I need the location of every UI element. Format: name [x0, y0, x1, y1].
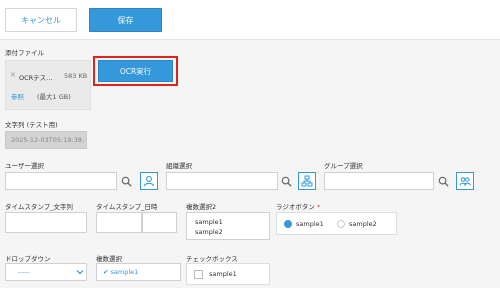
multi-select[interactable]: ✔ sample1	[96, 263, 181, 281]
date-input[interactable]	[96, 212, 142, 233]
toolbar: キャンセル 保存	[0, 0, 500, 40]
ocr-run-button[interactable]: OCR実行	[98, 60, 173, 82]
multi-select-list-label: 複数選択2	[186, 203, 217, 211]
group-select-input[interactable]	[324, 172, 434, 190]
check-icon: ✔	[103, 268, 109, 276]
checkbox-sample1[interactable]	[194, 270, 203, 279]
user-select-label: ユーザー選択	[5, 162, 44, 170]
attachment-box: ✕ OCRテス… 583 KB 参照 (最大1 GB)	[5, 60, 91, 110]
dropdown-select[interactable]: -----	[5, 263, 87, 281]
radio-label-text: ラジオボタン	[276, 203, 315, 211]
checkbox-label: チェックボックス	[186, 255, 238, 263]
search-icon[interactable]	[435, 172, 452, 190]
org-picker-icon[interactable]	[298, 172, 316, 190]
dropdown-label: ドロップダウン	[5, 255, 51, 263]
org-select-label: 組織選択	[166, 162, 192, 170]
group-select-label: グループ選択	[324, 162, 363, 170]
browse-link[interactable]: 参照	[11, 91, 24, 101]
radio-option-label: sample1	[296, 220, 324, 228]
org-select-input[interactable]	[166, 172, 278, 190]
max-size-text: (最大1 GB)	[37, 93, 71, 101]
cancel-button[interactable]: キャンセル	[5, 8, 77, 32]
timestamp-text-input[interactable]	[5, 212, 87, 233]
time-input[interactable]	[142, 212, 177, 233]
multi-select-list[interactable]: sample1 sample2	[186, 212, 270, 240]
radio-option-sample2[interactable]	[337, 220, 345, 228]
multi-select-item-label: sample1	[110, 268, 139, 276]
save-button[interactable]: 保存	[89, 8, 162, 32]
text-field-label: 文字列 (テスト用)	[5, 121, 58, 129]
radio-group: sample1 sample2	[276, 212, 397, 235]
search-icon[interactable]	[118, 172, 135, 190]
required-mark: *	[316, 203, 321, 211]
dropdown-value: -----	[18, 268, 30, 276]
list-item[interactable]: sample1	[195, 218, 223, 226]
list-item[interactable]: sample2	[195, 228, 223, 236]
attachment-file-name[interactable]: OCRテス…	[19, 72, 53, 82]
checkbox-option-label: sample1	[209, 270, 237, 278]
radio-option-label: sample2	[349, 220, 377, 228]
remove-file-icon[interactable]: ✕	[10, 71, 16, 79]
checkbox-group: sample1	[186, 263, 270, 285]
group-picker-icon[interactable]	[456, 172, 474, 190]
text-field-input: 2025-12-03T05:19:38.	[5, 131, 87, 149]
radio-option-sample1[interactable]	[284, 220, 292, 228]
user-picker-icon[interactable]	[140, 172, 158, 190]
multi-select-label: 複数選択	[96, 255, 122, 263]
user-select-input[interactable]	[5, 172, 117, 190]
timestamp-datetime-label: タイムスタンプ_日時	[96, 203, 158, 211]
radio-label: ラジオボタン *	[276, 201, 320, 211]
attachment-file-size: 583 KB	[64, 72, 88, 80]
attachment-label: 添付ファイル	[5, 49, 44, 57]
multi-select-item[interactable]: ✔ sample1	[103, 268, 138, 276]
timestamp-text-label: タイムスタンプ_文字列	[5, 203, 73, 211]
search-icon[interactable]	[278, 172, 295, 190]
chevron-down-icon	[76, 268, 84, 278]
